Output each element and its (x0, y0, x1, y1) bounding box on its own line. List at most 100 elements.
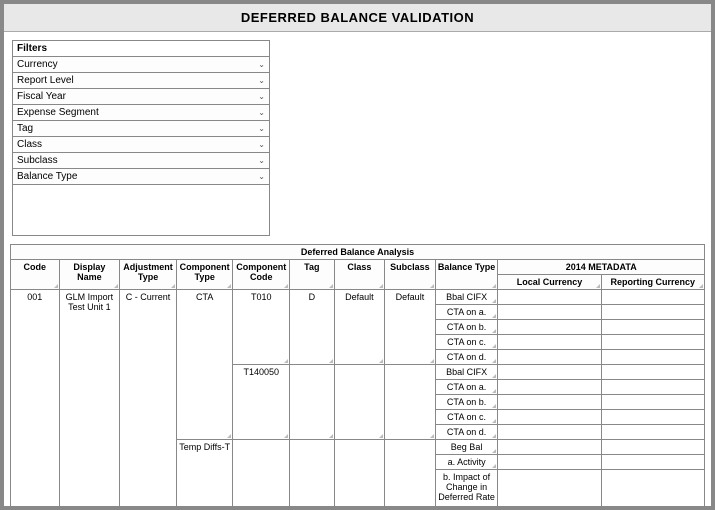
chevron-down-icon: ⌄ (258, 125, 265, 133)
col-display-name[interactable]: Display Name (59, 260, 120, 290)
cell-balance-type: Bbal CIFX (435, 290, 498, 305)
cell-reporting-currency[interactable] (601, 350, 704, 365)
filter-label: Expense Segment (17, 107, 99, 118)
cell-local-currency[interactable] (498, 335, 601, 350)
chevron-down-icon: ⌄ (258, 109, 265, 117)
filters-blank-area (13, 185, 269, 235)
cell-reporting-currency[interactable] (601, 305, 704, 320)
col-adjustment-type[interactable]: Adjustment Type (120, 260, 177, 290)
cell-balance-type: CTA on c. (435, 410, 498, 425)
cell-local-currency[interactable] (498, 305, 601, 320)
cell-tag (290, 365, 335, 440)
col-balance-type[interactable]: Balance Type (435, 260, 498, 290)
filter-fiscal-year[interactable]: Fiscal Year ⌄ (13, 89, 269, 105)
col-local-currency[interactable]: Local Currency (498, 275, 601, 290)
col-label: Balance Type (438, 262, 495, 272)
cell-code: 001 (11, 290, 60, 510)
cell-local-currency[interactable] (498, 290, 601, 305)
cell-class (334, 365, 385, 440)
cell-reporting-currency[interactable] (601, 335, 704, 350)
cell-reporting-currency[interactable] (601, 440, 704, 455)
cell-component-type: CTA (176, 290, 233, 440)
cell-reporting-currency[interactable] (601, 320, 704, 335)
col-label: Component Code (236, 262, 286, 282)
cell-subclass: Default (385, 290, 436, 365)
cell-reporting-currency[interactable] (601, 290, 704, 305)
chevron-down-icon: ⌄ (258, 61, 265, 69)
cell-reporting-currency[interactable] (601, 395, 704, 410)
cell-local-currency[interactable] (498, 380, 601, 395)
col-component-type[interactable]: Component Type (176, 260, 233, 290)
cell-reporting-currency[interactable] (601, 410, 704, 425)
analysis-table: Deferred Balance Analysis Code Display N… (10, 244, 705, 510)
app-frame: DEFERRED BALANCE VALIDATION Filters Curr… (0, 0, 715, 510)
col-subclass[interactable]: Subclass (385, 260, 436, 290)
cell-local-currency[interactable] (498, 395, 601, 410)
cell-local-currency[interactable] (498, 320, 601, 335)
col-class[interactable]: Class (334, 260, 385, 290)
filter-subclass[interactable]: Subclass ⌄ (13, 153, 269, 169)
cell-reporting-currency[interactable] (601, 365, 704, 380)
cell-reporting-currency[interactable] (601, 470, 704, 510)
filter-label: Currency (17, 59, 58, 70)
col-component-code[interactable]: Component Code (233, 260, 290, 290)
cell-subclass (385, 365, 436, 440)
cell-balance-type: Beg Bal (435, 440, 498, 455)
cell-local-currency[interactable] (498, 470, 601, 510)
cell-balance-type: CTA on b. (435, 320, 498, 335)
col-metadata-group: 2014 METADATA (498, 260, 705, 275)
cell-balance-type: CTA on d. (435, 425, 498, 440)
cell-adjustment-type: C - Current (120, 290, 177, 510)
cell-tag: D (290, 290, 335, 365)
cell-balance-type: Bbal CIFX (435, 365, 498, 380)
cell-balance-type: a. Activity (435, 455, 498, 470)
col-label: Tag (304, 262, 319, 272)
filter-label: Report Level (17, 75, 74, 86)
filter-class[interactable]: Class ⌄ (13, 137, 269, 153)
filter-expense-segment[interactable]: Expense Segment ⌄ (13, 105, 269, 121)
cell-reporting-currency[interactable] (601, 425, 704, 440)
cell-display-name: GLM Import Test Unit 1 (59, 290, 120, 510)
cell-component-type: Temp Diffs-T (176, 440, 233, 510)
cell-balance-type: CTA on a. (435, 305, 498, 320)
col-label: Class (347, 262, 371, 272)
col-label: Subclass (390, 262, 430, 272)
cell-class: Default (334, 290, 385, 365)
filter-balance-type[interactable]: Balance Type ⌄ (13, 169, 269, 185)
col-label: Local Currency (517, 277, 583, 287)
cell-subclass (385, 440, 436, 510)
analysis-panel: Deferred Balance Analysis Code Display N… (10, 244, 705, 510)
col-tag[interactable]: Tag (290, 260, 335, 290)
filter-label: Tag (17, 123, 33, 134)
chevron-down-icon: ⌄ (258, 157, 265, 165)
cell-local-currency[interactable] (498, 410, 601, 425)
analysis-body: 001 GLM Import Test Unit 1 C - Current C… (11, 290, 705, 510)
cell-local-currency[interactable] (498, 365, 601, 380)
col-label: Adjustment Type (123, 262, 173, 282)
cell-component-code (233, 440, 290, 510)
cell-class (334, 440, 385, 510)
col-reporting-currency[interactable]: Reporting Currency (601, 275, 704, 290)
cell-reporting-currency[interactable] (601, 380, 704, 395)
col-label: Display Name (73, 262, 105, 282)
cell-component-code: T010 (233, 290, 290, 365)
cell-reporting-currency[interactable] (601, 455, 704, 470)
col-code[interactable]: Code (11, 260, 60, 290)
filter-label: Subclass (17, 155, 58, 166)
table-row[interactable]: 001 GLM Import Test Unit 1 C - Current C… (11, 290, 705, 305)
cell-balance-type: CTA on b. (435, 395, 498, 410)
chevron-down-icon: ⌄ (258, 93, 265, 101)
filter-currency[interactable]: Currency ⌄ (13, 57, 269, 73)
cell-local-currency[interactable] (498, 425, 601, 440)
cell-local-currency[interactable] (498, 350, 601, 365)
filter-label: Fiscal Year (17, 91, 66, 102)
cell-balance-type: CTA on c. (435, 335, 498, 350)
chevron-down-icon: ⌄ (258, 141, 265, 149)
col-label: Component Type (180, 262, 230, 282)
filters-header: Filters (13, 41, 269, 57)
cell-local-currency[interactable] (498, 440, 601, 455)
filter-label: Balance Type (17, 171, 77, 182)
filter-tag[interactable]: Tag ⌄ (13, 121, 269, 137)
filter-report-level[interactable]: Report Level ⌄ (13, 73, 269, 89)
cell-local-currency[interactable] (498, 455, 601, 470)
